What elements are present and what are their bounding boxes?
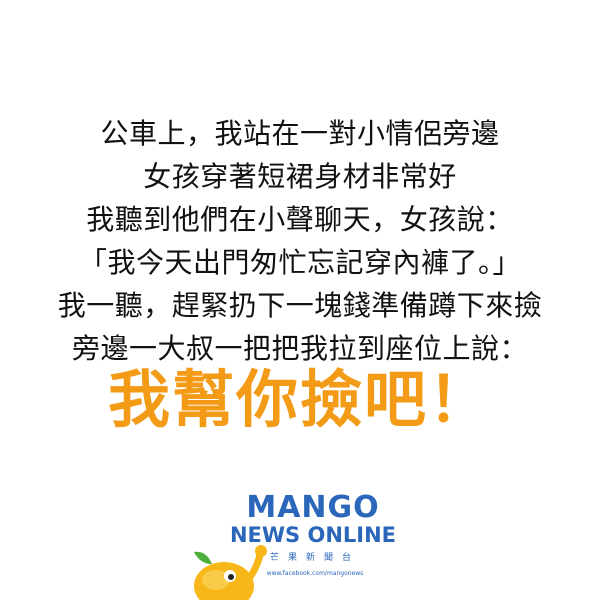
story-text: 公車上，我站在一對小情侶旁邊 女孩穿著短裙身材非常好 我聽到他們在小聲聊天，女孩… [0, 112, 600, 370]
story-line: 公車上，我站在一對小情侶旁邊 [100, 117, 500, 150]
mango-news-logo: MANGO NEWS ONLINE 芒果新聞台 www.facebook.com… [0, 492, 600, 600]
punchline-text: 我幫你撿吧！ [107, 363, 492, 436]
story-line: 女孩穿著短裙身材非常好 [143, 160, 457, 193]
story-line: 「我今天出門匆忙忘記穿內褲了。」 [78, 246, 521, 279]
mango-mascot-icon [194, 545, 267, 600]
story-line: 我聽到他們在小聲聊天，女孩說： [86, 203, 514, 236]
story-line: 我一聽，趕緊扔下一塊錢準備蹲下來撿 [57, 289, 543, 322]
post-image: 公車上，我站在一對小情侶旁邊 女孩穿著短裙身材非常好 我聽到他們在小聲聊天，女孩… [0, 0, 600, 600]
logo-title: MANGO [246, 490, 380, 525]
